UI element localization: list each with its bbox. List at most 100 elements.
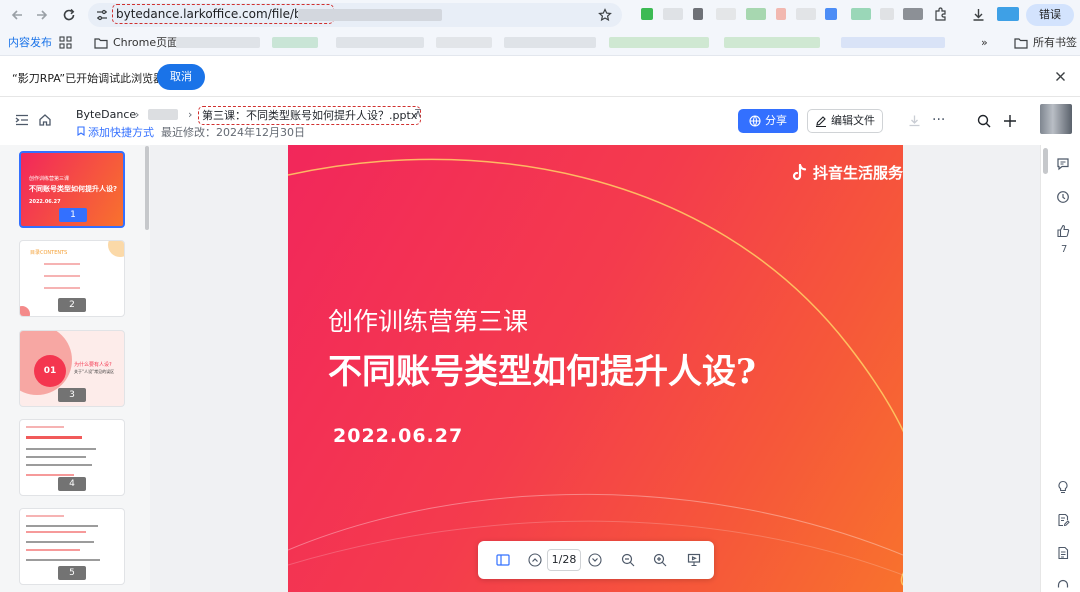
slide-brand-text: 抖音生活服务 xyxy=(813,164,904,182)
bookmark-item[interactable] xyxy=(504,37,596,48)
edit-pen-icon xyxy=(816,116,826,127)
edit-file-label: 编辑文件 xyxy=(831,114,875,127)
site-settings-icon[interactable] xyxy=(96,9,108,21)
breadcrumb-root[interactable]: ByteDance xyxy=(76,108,136,121)
zoom-out-icon[interactable] xyxy=(619,551,637,569)
sidebar-toggle-icon[interactable] xyxy=(15,114,29,126)
edit-document-icon[interactable] xyxy=(1056,513,1072,529)
error-button[interactable]: 错误 xyxy=(1026,4,1074,26)
cancel-debug-button[interactable]: 取消 xyxy=(157,64,205,90)
bookmark-chrome-page[interactable]: Chrome页面 xyxy=(113,30,178,56)
presentation-icon[interactable] xyxy=(685,551,703,569)
url-redacted xyxy=(298,9,442,21)
thumb-text: 创作训练营第三课 xyxy=(29,176,70,182)
slide-thumbnail-1[interactable]: 创作训练营第三课 不同账号类型如何提升人设? 2022.06.27 1 xyxy=(19,151,125,228)
breadcrumb-separator: › xyxy=(135,108,140,121)
extension-icon[interactable] xyxy=(776,8,786,20)
slide-thumbnail-4[interactable]: 4 xyxy=(19,419,125,496)
douyin-logo-icon xyxy=(792,163,807,180)
download-icon[interactable] xyxy=(971,7,986,22)
extension-icon[interactable] xyxy=(880,8,894,20)
slide-thumbnail-2[interactable]: 目录CONTENTS 2 xyxy=(19,240,125,317)
zoom-in-icon[interactable] xyxy=(651,551,669,569)
slide-number: 5 xyxy=(58,566,86,580)
help-icon[interactable] xyxy=(1056,578,1072,592)
slide-number: 2 xyxy=(58,298,86,312)
bookmark-item[interactable] xyxy=(272,37,318,48)
extension-icon[interactable] xyxy=(746,8,766,20)
avatar[interactable] xyxy=(1040,104,1072,134)
next-page-icon[interactable] xyxy=(586,551,604,569)
extension-icon[interactable] xyxy=(693,8,703,20)
lightbulb-icon[interactable] xyxy=(1056,480,1072,496)
like-count: 7 xyxy=(1061,244,1068,255)
extensions-puzzle-icon[interactable] xyxy=(933,7,948,22)
thumb-text: 关于“人设”常见的误区 xyxy=(74,369,115,374)
extension-icon[interactable] xyxy=(903,8,923,20)
extension-icon[interactable] xyxy=(796,8,816,20)
profile-avatar[interactable] xyxy=(997,7,1019,21)
thumbnails-scrollbar[interactable] xyxy=(145,146,149,230)
slide-thumbnail-3[interactable]: 01 为什么要有人设? 关于“人设”常见的误区 3 xyxy=(19,330,125,407)
add-shortcut-icon[interactable] xyxy=(76,126,86,136)
slide-number: 1 xyxy=(59,208,87,222)
thumb-text: 目录CONTENTS xyxy=(30,250,68,256)
bookmark-item[interactable] xyxy=(176,37,260,48)
last-modified: 最近修改：2024年12月30日 xyxy=(161,126,305,139)
slide-thumbnail-5[interactable]: 5 xyxy=(19,508,125,585)
bookmark-star-icon[interactable] xyxy=(598,8,612,22)
thumb-text: 为什么要有人设? xyxy=(74,362,112,368)
extension-icon[interactable] xyxy=(825,8,837,20)
history-icon[interactable] xyxy=(1056,190,1072,206)
slide-title: 不同账号类型如何提升人设? xyxy=(328,352,756,392)
breadcrumb-separator: › xyxy=(188,108,193,121)
edit-file-button[interactable]: 编辑文件 xyxy=(807,109,883,133)
document-info-icon[interactable] xyxy=(1056,546,1072,562)
slide-brand: 抖音生活服务 xyxy=(792,162,903,183)
bookmark-item[interactable]: 内容发布 xyxy=(8,30,52,56)
extension-icon[interactable] xyxy=(851,8,871,20)
more-icon[interactable]: ··· xyxy=(932,112,945,128)
folder-icon xyxy=(94,37,108,49)
like-icon[interactable] xyxy=(1056,224,1072,240)
extension-icon[interactable] xyxy=(663,8,683,20)
thumbnail-panel-toggle-icon[interactable] xyxy=(494,551,512,569)
all-bookmarks[interactable]: 所有书签 xyxy=(1033,30,1077,56)
bookmark-item[interactable] xyxy=(336,37,424,48)
add-shortcut-link[interactable]: 添加快捷方式 xyxy=(88,124,154,140)
main-scrollbar[interactable] xyxy=(1043,148,1048,174)
reload-icon[interactable] xyxy=(60,6,78,24)
forward-icon[interactable] xyxy=(33,6,51,24)
bookmark-item[interactable] xyxy=(609,37,709,48)
close-icon[interactable] xyxy=(1055,71,1066,82)
download-icon[interactable] xyxy=(908,114,921,127)
bookmark-item[interactable] xyxy=(724,37,820,48)
folder-icon xyxy=(1014,37,1028,49)
thumb-text: 2022.06.27 xyxy=(29,199,61,205)
slide-subtitle: 创作训练营第三课 xyxy=(328,307,529,336)
back-icon[interactable] xyxy=(8,6,26,24)
bookmark-item[interactable] xyxy=(841,37,945,48)
apps-grid-icon[interactable] xyxy=(59,36,72,49)
previous-page-icon[interactable] xyxy=(526,551,544,569)
plus-icon[interactable] xyxy=(1003,114,1017,128)
search-icon[interactable] xyxy=(977,114,991,128)
pin-icon[interactable]: ⊼ xyxy=(414,107,422,120)
extension-icon[interactable] xyxy=(716,8,736,20)
comment-icon[interactable] xyxy=(1056,157,1072,173)
share-label: 分享 xyxy=(765,114,787,127)
breadcrumb-folder[interactable] xyxy=(148,109,178,120)
thumb-badge: 01 xyxy=(34,355,66,387)
share-button[interactable]: 分享 xyxy=(738,109,798,133)
slide-number: 3 xyxy=(58,388,86,402)
extension-icon[interactable] xyxy=(641,8,653,20)
home-icon[interactable] xyxy=(38,113,52,127)
bookmark-item[interactable] xyxy=(436,37,492,48)
page-indicator[interactable]: 1/28 xyxy=(547,549,581,571)
bookmarks-overflow-icon[interactable]: » xyxy=(981,30,988,56)
doc-title[interactable]: 第三课：不同类型账号如何提升人设？.pptx xyxy=(198,106,422,125)
slide-date: 2022.06.27 xyxy=(333,425,464,447)
slide-number: 4 xyxy=(58,477,86,491)
thumb-text: 不同账号类型如何提升人设? xyxy=(29,185,118,193)
debug-banner-text: “影刀RPA”已开始调试此浏览器 xyxy=(12,72,165,85)
